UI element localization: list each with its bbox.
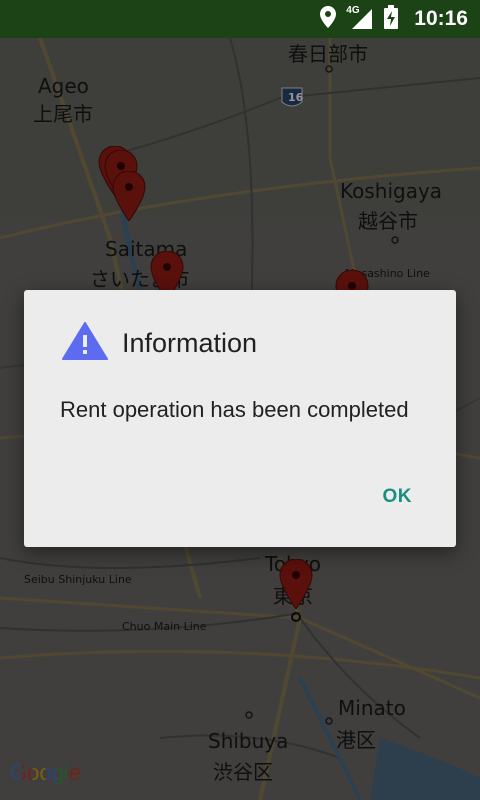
dialog-header: Information: [62, 322, 257, 365]
dialog-title: Information: [122, 328, 258, 358]
warning-triangle-icon: [62, 322, 108, 365]
ok-button[interactable]: OK: [383, 486, 413, 508]
battery-charging-icon: [384, 4, 399, 34]
status-bar: 4G 10:16: [0, 0, 480, 38]
signal-icon: 4G: [346, 5, 374, 31]
location-icon: [320, 5, 337, 33]
clock: 10:16: [414, 7, 468, 30]
dialog-message: Rent operation has been completed: [60, 397, 409, 422]
information-dialog: Information Rent operation has been comp…: [24, 290, 456, 547]
